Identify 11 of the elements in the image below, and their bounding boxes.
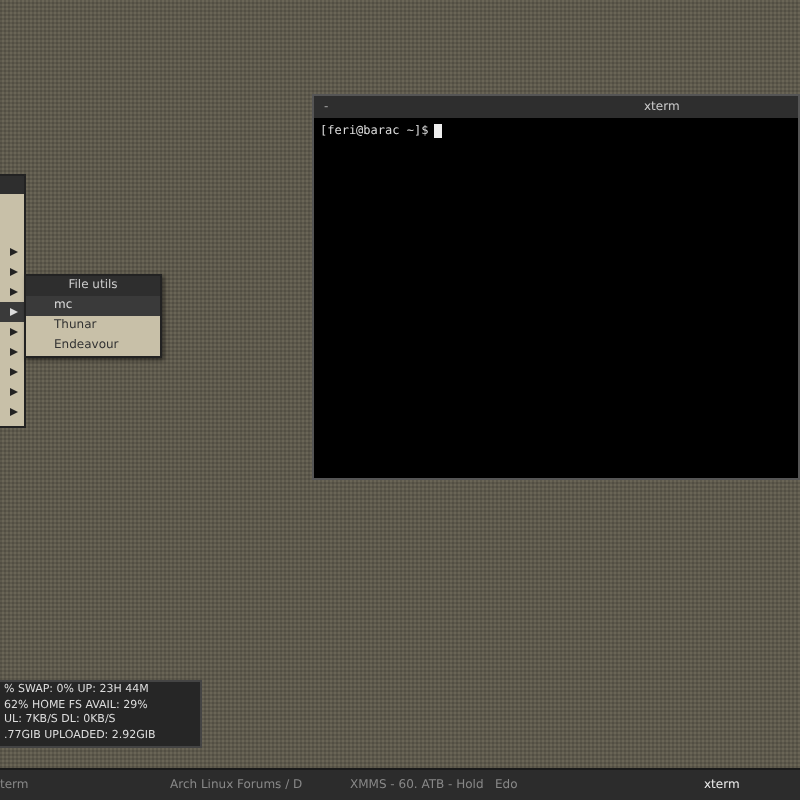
submenu-arrow-icon (10, 348, 18, 356)
submenu-arrow-icon (10, 248, 18, 256)
menu-item[interactable] (0, 302, 24, 322)
submenu-arrow-icon (10, 328, 18, 336)
submenu-arrow-icon (10, 308, 18, 316)
submenu-arrow-icon (10, 288, 18, 296)
submenu-arrow-icon (10, 368, 18, 376)
submenu-arrow-icon (10, 268, 18, 276)
submenu-arrow-icon (10, 408, 18, 416)
text-cursor (434, 124, 443, 138)
submenu-arrow-icon (10, 388, 18, 396)
